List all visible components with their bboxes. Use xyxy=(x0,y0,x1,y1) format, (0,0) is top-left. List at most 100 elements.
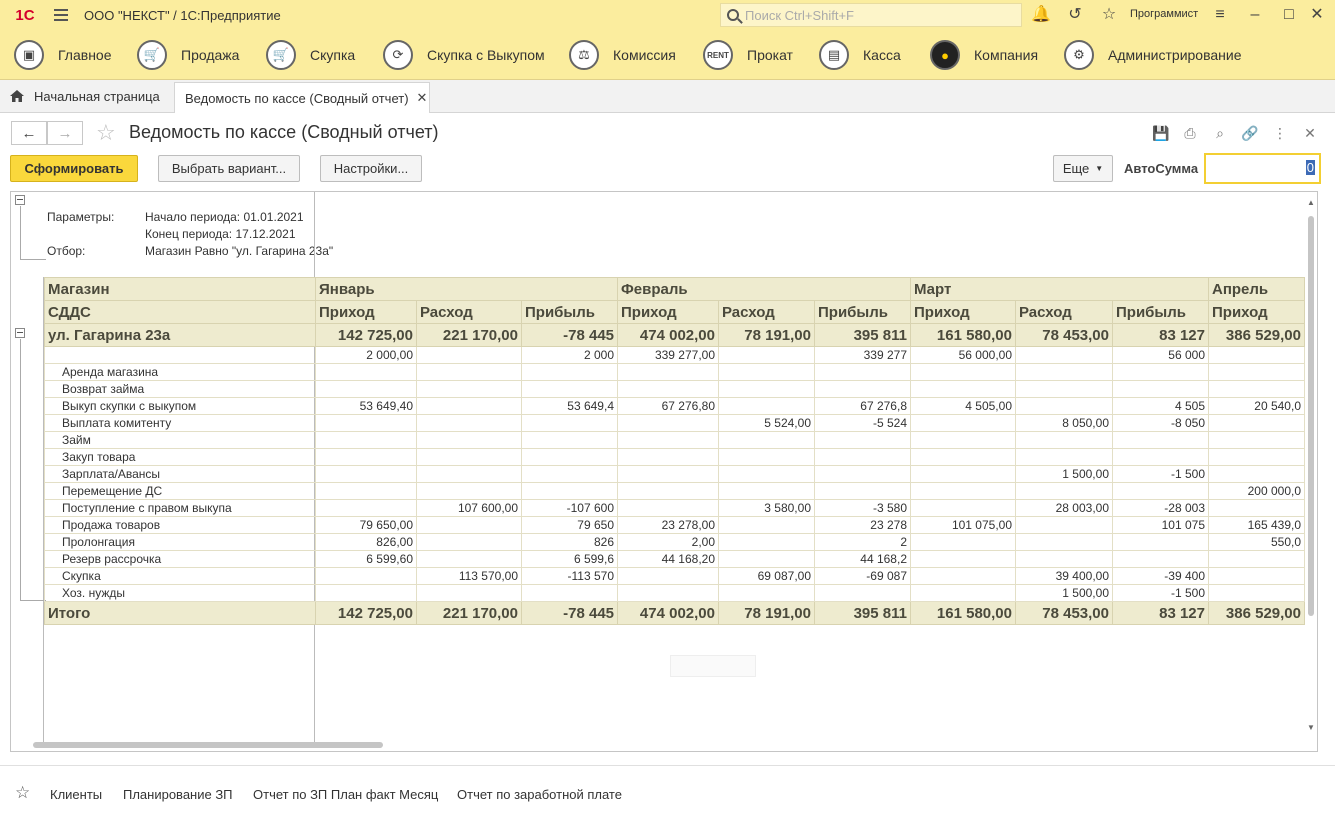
save-icon[interactable]: 💾 xyxy=(1152,124,1170,142)
header-store[interactable]: Магазин xyxy=(44,277,316,301)
row-cell[interactable] xyxy=(416,482,522,500)
row-cell[interactable] xyxy=(1015,516,1113,534)
row-cell[interactable] xyxy=(315,448,417,466)
collapse-params-icon[interactable] xyxy=(15,195,25,205)
row-cell[interactable]: 8 050,00 xyxy=(1015,414,1113,432)
row-cell[interactable]: 23 278 xyxy=(814,516,911,534)
row-cell[interactable]: 56 000 xyxy=(1112,346,1209,364)
total-cell[interactable]: 161 580,00 xyxy=(910,601,1016,625)
header-subcol[interactable]: Приход xyxy=(315,300,417,324)
row-cell[interactable] xyxy=(1112,550,1209,568)
row-cell[interactable] xyxy=(521,414,618,432)
row-cell[interactable] xyxy=(1208,414,1305,432)
row-cell[interactable] xyxy=(814,363,911,381)
row-name[interactable]: Резерв рассрочка xyxy=(44,550,316,568)
row-cell[interactable]: 2,00 xyxy=(617,533,719,551)
row-name[interactable]: Закуп товара xyxy=(44,448,316,466)
header-subcol[interactable]: Приход xyxy=(910,300,1016,324)
row-cell[interactable] xyxy=(416,431,522,449)
row-name[interactable]: Поступление с правом выкупа xyxy=(44,499,316,517)
close-window-icon[interactable]: ✕ xyxy=(1307,5,1327,25)
row-cell[interactable] xyxy=(814,380,911,398)
row-name[interactable] xyxy=(44,346,316,364)
row-cell[interactable]: 44 168,20 xyxy=(617,550,719,568)
header-month[interactable]: Январь xyxy=(315,277,618,301)
row-cell[interactable]: -3 580 xyxy=(814,499,911,517)
row-name[interactable]: Продажа товаров xyxy=(44,516,316,534)
row-cell[interactable] xyxy=(1015,550,1113,568)
horizontal-scroll-thumb[interactable] xyxy=(33,742,383,748)
row-name[interactable]: Хоз. нужды xyxy=(44,584,316,602)
row-cell[interactable] xyxy=(416,584,522,602)
row-cell[interactable] xyxy=(910,567,1016,585)
row-cell[interactable] xyxy=(521,431,618,449)
row-cell[interactable] xyxy=(1208,465,1305,483)
row-cell[interactable]: 339 277 xyxy=(814,346,911,364)
close-form-icon[interactable]: ✕ xyxy=(1301,124,1319,142)
row-cell[interactable] xyxy=(1208,584,1305,602)
favorites-star-icon[interactable]: ☆ xyxy=(15,783,30,803)
row-cell[interactable] xyxy=(910,431,1016,449)
row-cell[interactable] xyxy=(315,414,417,432)
favorite-star-icon[interactable]: ☆ xyxy=(96,121,116,145)
row-cell[interactable] xyxy=(1015,363,1113,381)
row-cell[interactable] xyxy=(910,499,1016,517)
row-cell[interactable] xyxy=(910,380,1016,398)
total-cell[interactable]: 78 453,00 xyxy=(1015,601,1113,625)
scroll-up-icon[interactable]: ▲ xyxy=(1307,198,1315,207)
header-month[interactable]: Апрель xyxy=(1208,277,1305,301)
row-cell[interactable] xyxy=(718,380,815,398)
row-cell[interactable] xyxy=(910,482,1016,500)
row-cell[interactable] xyxy=(1015,431,1113,449)
row-cell[interactable]: 39 400,00 xyxy=(1015,567,1113,585)
maximize-icon[interactable]: □ xyxy=(1279,5,1299,25)
row-cell[interactable] xyxy=(617,482,719,500)
total-cell[interactable]: -78 445 xyxy=(521,601,618,625)
row-cell[interactable]: 826 xyxy=(521,533,618,551)
row-cell[interactable] xyxy=(315,567,417,585)
section-buyup[interactable]: 🛒 Скупка xyxy=(266,30,355,80)
row-cell[interactable] xyxy=(416,550,522,568)
group-cell[interactable]: 142 725,00 xyxy=(315,323,417,347)
row-name[interactable]: Займ xyxy=(44,431,316,449)
row-cell[interactable]: 1 500,00 xyxy=(1015,465,1113,483)
row-cell[interactable] xyxy=(718,584,815,602)
row-cell[interactable] xyxy=(1208,448,1305,466)
generate-button[interactable]: Сформировать xyxy=(10,155,138,182)
row-cell[interactable] xyxy=(617,448,719,466)
row-cell[interactable]: 56 000,00 xyxy=(910,346,1016,364)
row-cell[interactable]: 101 075,00 xyxy=(910,516,1016,534)
row-cell[interactable]: 53 649,4 xyxy=(521,397,618,415)
row-cell[interactable] xyxy=(718,516,815,534)
group-cell[interactable]: 386 529,00 xyxy=(1208,323,1305,347)
row-cell[interactable]: -69 087 xyxy=(814,567,911,585)
total-cell[interactable]: 83 127 xyxy=(1112,601,1209,625)
group-cell[interactable]: 221 170,00 xyxy=(416,323,522,347)
row-cell[interactable]: 6 599,60 xyxy=(315,550,417,568)
row-cell[interactable] xyxy=(1015,448,1113,466)
row-cell[interactable] xyxy=(617,363,719,381)
row-cell[interactable] xyxy=(1112,482,1209,500)
close-tab-icon[interactable]: ✕ xyxy=(417,90,428,106)
favorite-link-salary-planning[interactable]: Планирование ЗП xyxy=(123,787,233,802)
favorite-link-clients[interactable]: Клиенты xyxy=(50,787,102,802)
horizontal-scrollbar[interactable] xyxy=(33,741,1291,749)
row-cell[interactable]: -5 524 xyxy=(814,414,911,432)
row-cell[interactable]: 2 000 xyxy=(521,346,618,364)
row-cell[interactable]: -39 400 xyxy=(1112,567,1209,585)
row-name[interactable]: Скупка xyxy=(44,567,316,585)
row-cell[interactable] xyxy=(1112,448,1209,466)
row-cell[interactable]: 3 580,00 xyxy=(718,499,815,517)
row-cell[interactable] xyxy=(521,482,618,500)
row-cell[interactable]: 2 xyxy=(814,533,911,551)
total-cell[interactable]: 395 811 xyxy=(814,601,911,625)
row-cell[interactable] xyxy=(1208,363,1305,381)
row-cell[interactable]: 67 276,80 xyxy=(617,397,719,415)
row-cell[interactable]: -28 003 xyxy=(1112,499,1209,517)
row-cell[interactable]: 339 277,00 xyxy=(617,346,719,364)
row-cell[interactable] xyxy=(617,465,719,483)
total-cell[interactable]: 142 725,00 xyxy=(315,601,417,625)
row-cell[interactable] xyxy=(521,465,618,483)
row-cell[interactable] xyxy=(1015,346,1113,364)
row-cell[interactable] xyxy=(315,499,417,517)
